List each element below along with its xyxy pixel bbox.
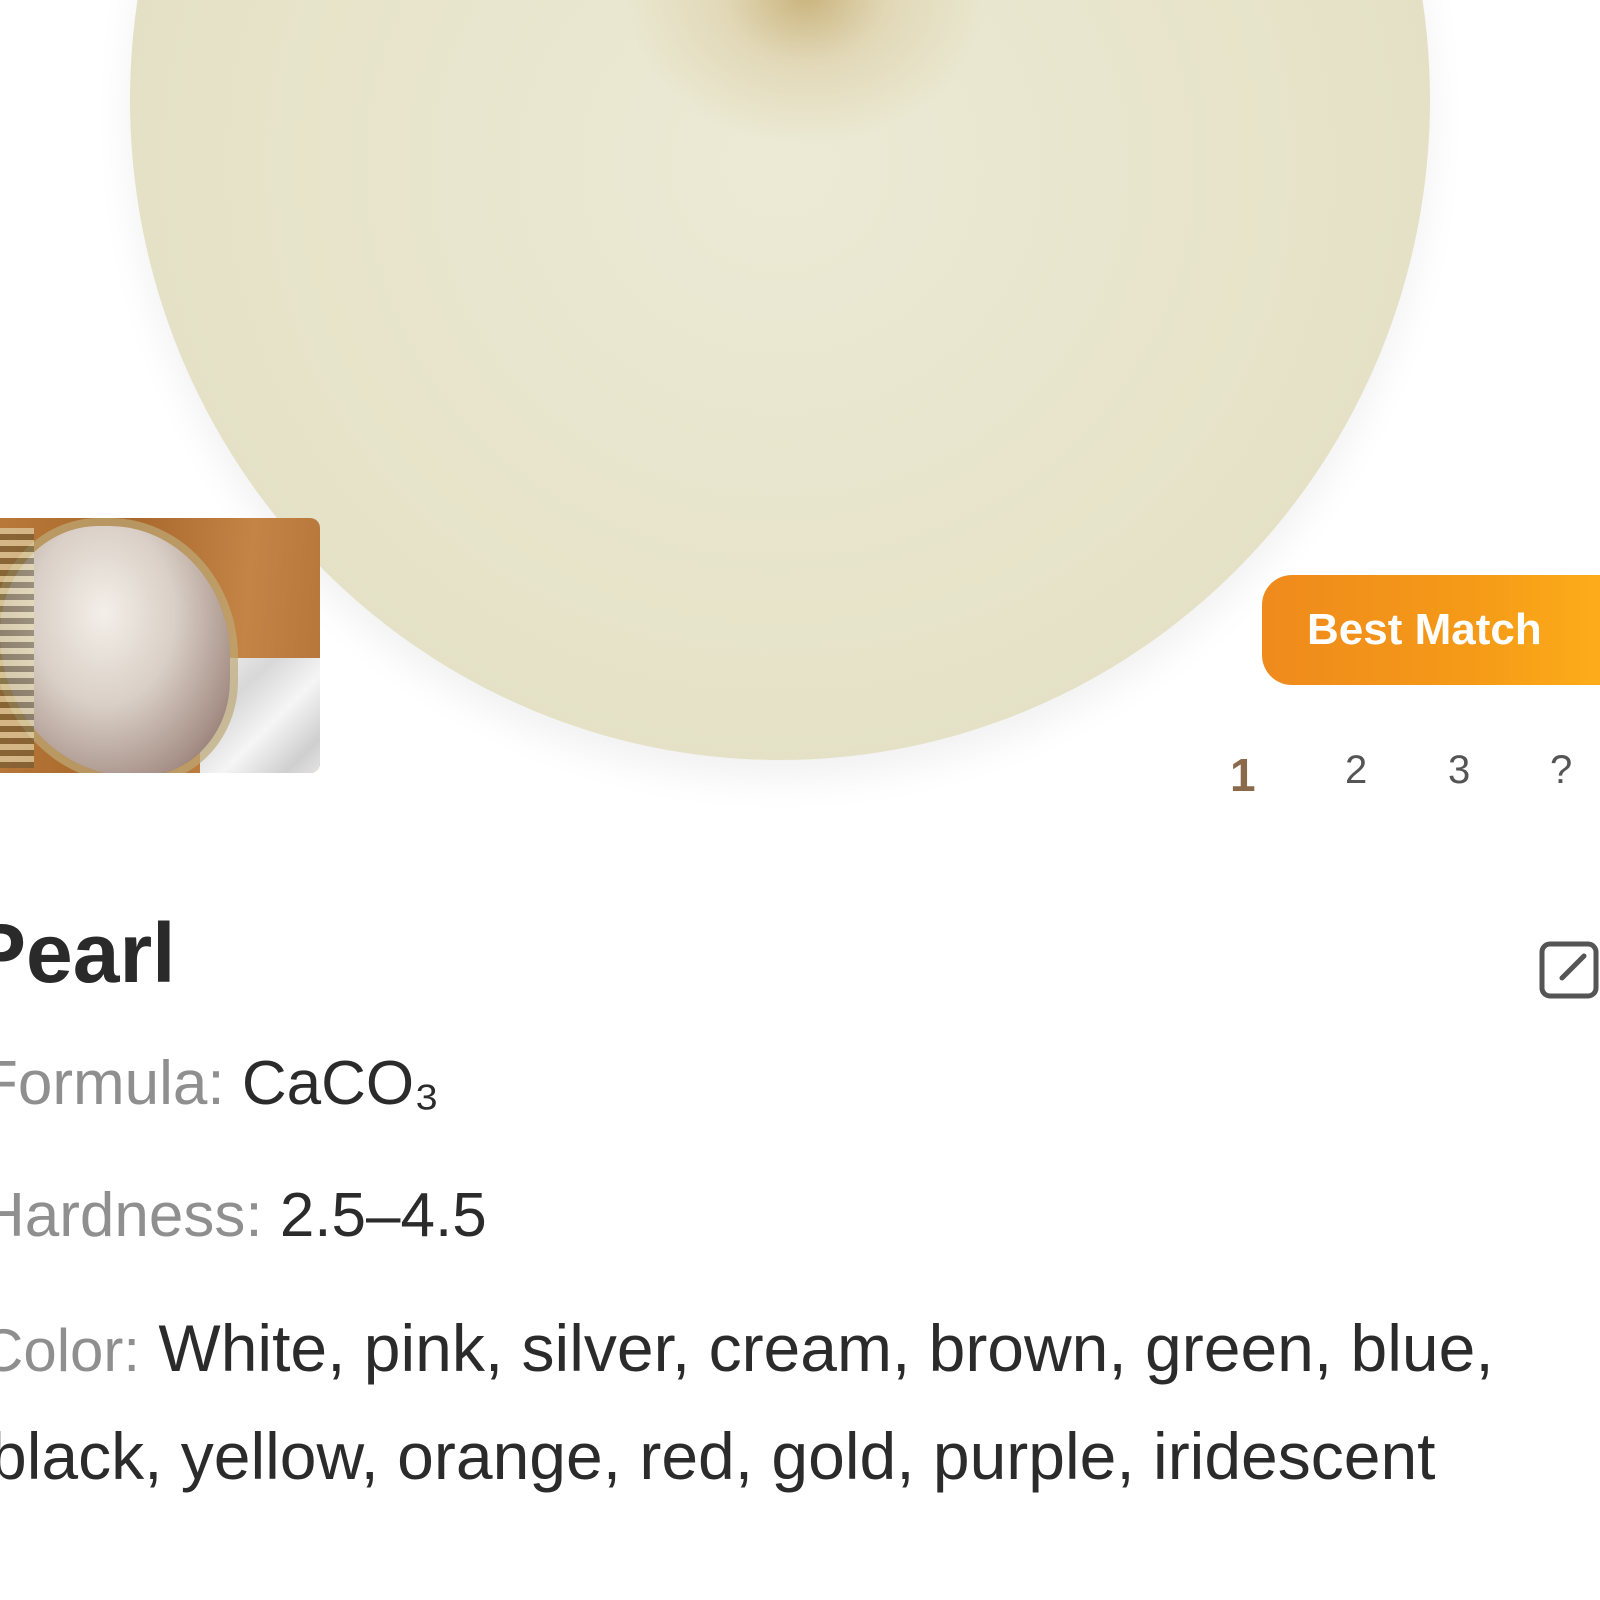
thumbnail-image[interactable] [0,518,320,773]
edit-icon[interactable] [1538,938,1600,1000]
page-3[interactable]: 3 [1448,748,1470,793]
page-more[interactable]: ? [1550,748,1572,793]
mineral-name: Pearl [0,906,176,1000]
rhinestone-border [0,528,34,768]
page-1[interactable]: 1 [1230,748,1256,802]
page-2[interactable]: 2 [1345,748,1367,793]
color-label: Color: [0,1317,141,1384]
pearl-photo [130,0,1430,760]
color-row: Color: White, pink, silver, cream, brown… [0,1310,1494,1386]
formula-row: Formula: CaCO₃ [0,1048,439,1119]
color-value-line1: White, pink, silver, cream, brown, green… [158,1311,1494,1385]
pearl-shell [0,526,230,773]
formula-value: CaCO₃ [241,1049,440,1118]
formula-label: Formula: [0,1049,225,1118]
hardness-value: 2.5–4.5 [279,1181,487,1250]
hardness-row: Hardness: 2.5–4.5 [0,1180,487,1251]
hardness-label: Hardness: [0,1181,263,1250]
color-value-line2: black, yellow, orange, red, gold, purple… [0,1419,1436,1493]
best-match-badge: Best Match [1262,575,1600,685]
